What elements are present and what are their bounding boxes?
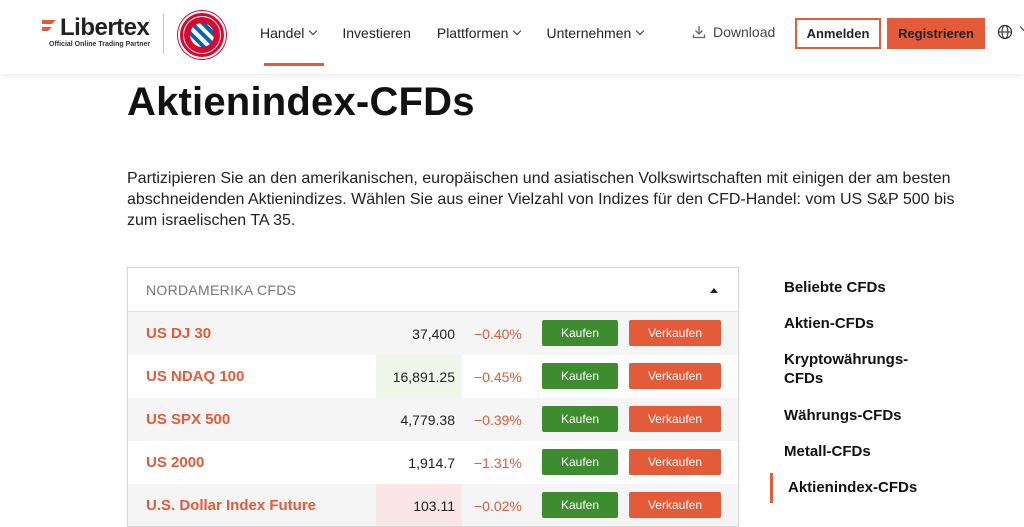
- cfd-table: NORDAMERIKA CFDS US DJ 30 37,400 −0.40% …: [127, 267, 739, 527]
- fc-bayern-crest-icon: [178, 11, 226, 59]
- sell-button[interactable]: Verkaufen: [629, 363, 721, 389]
- table-row: US 2000 1,914.7 −1.31% Kaufen Verkaufen: [128, 441, 738, 484]
- buy-button[interactable]: Kaufen: [542, 363, 618, 389]
- instrument-price: 16,891.25: [376, 355, 462, 398]
- instrument-name[interactable]: U.S. Dollar Index Future: [146, 497, 316, 514]
- sidebar-active-indicator: [770, 473, 773, 503]
- nav-item-unternehmen[interactable]: Unternehmen: [546, 0, 645, 66]
- site-header: Libertex Official Online Trading Partner…: [0, 0, 1024, 74]
- buy-button[interactable]: Kaufen: [542, 406, 618, 432]
- section-toggle[interactable]: NORDAMERIKA CFDS: [128, 268, 738, 312]
- chevron-down-icon: [513, 26, 522, 36]
- nav-item-plattformen[interactable]: Plattformen: [437, 0, 522, 66]
- instrument-change: −0.39%: [474, 411, 522, 428]
- instrument-price: 1,914.7: [408, 454, 455, 471]
- libertex-logo-icon: [42, 20, 56, 31]
- table-row: US NDAQ 100 16,891.25 −0.45% Kaufen Verk…: [128, 355, 738, 398]
- chevron-down-icon[interactable]: [1019, 22, 1024, 32]
- logo-divider: [163, 14, 164, 54]
- instrument-price: 103.11: [376, 484, 462, 526]
- sell-button[interactable]: Verkaufen: [629, 449, 721, 475]
- table-row: US SPX 500 4,779.38 −0.39% Kaufen Verkau…: [128, 398, 738, 441]
- table-row: U.S. Dollar Index Future 103.11 −0.02% K…: [128, 484, 738, 526]
- instrument-price: 37,400: [412, 325, 455, 342]
- sell-button[interactable]: Verkaufen: [629, 320, 721, 346]
- sidebar-item-krypto-cfds[interactable]: Kryptowährungs-CFDs: [784, 350, 934, 388]
- buy-button[interactable]: Kaufen: [542, 449, 618, 475]
- instrument-price: 4,779.38: [400, 411, 456, 428]
- instrument-name[interactable]: US DJ 30: [146, 325, 211, 342]
- nav-item-investieren[interactable]: Investieren: [342, 0, 410, 66]
- register-button[interactable]: Registrieren: [887, 18, 985, 49]
- instrument-name[interactable]: US SPX 500: [146, 411, 230, 428]
- page-intro: Partizipieren Sie an den amerikanischen,…: [127, 170, 955, 229]
- instrument-change: −0.45%: [474, 368, 522, 385]
- sidebar-item-beliebte-cfds[interactable]: Beliebte CFDs: [784, 278, 886, 297]
- instrument-name[interactable]: US NDAQ 100: [146, 368, 244, 385]
- libertex-logo[interactable]: Libertex Official Online Trading Partner: [40, 14, 150, 54]
- chevron-down-icon: [309, 26, 318, 36]
- sidebar-item-aktien-cfds[interactable]: Aktien-CFDs: [784, 314, 874, 333]
- instrument-name[interactable]: US 2000: [146, 454, 204, 471]
- page-title: Aktienindex-CFDs: [127, 80, 475, 124]
- caret-up-icon: [710, 288, 718, 293]
- sidebar-item-aktienindex-cfds[interactable]: Aktienindex-CFDs: [788, 478, 917, 497]
- instrument-change: −1.31%: [474, 454, 522, 471]
- globe-icon[interactable]: [997, 24, 1013, 40]
- buy-button[interactable]: Kaufen: [542, 492, 618, 518]
- chevron-down-icon: [636, 26, 645, 36]
- nav-item-handel[interactable]: Handel: [260, 0, 325, 66]
- main-nav: Handel Investieren Plattformen Unternehm…: [260, 0, 669, 66]
- sell-button[interactable]: Verkaufen: [629, 492, 721, 518]
- table-row: US DJ 30 37,400 −0.40% Kaufen Verkaufen: [128, 312, 738, 355]
- sell-button[interactable]: Verkaufen: [629, 406, 721, 432]
- brand-name: Libertex: [60, 14, 150, 41]
- buy-button[interactable]: Kaufen: [542, 320, 618, 346]
- brand-tagline: Official Online Trading Partner: [49, 41, 151, 48]
- section-label: NORDAMERIKA CFDS: [146, 281, 297, 298]
- login-button[interactable]: Anmelden: [795, 18, 881, 49]
- instrument-change: −0.40%: [474, 325, 522, 342]
- instrument-change: −0.02%: [474, 497, 522, 514]
- sidebar-item-metall-cfds[interactable]: Metall-CFDs: [784, 442, 871, 461]
- sidebar-item-waehrungs-cfds[interactable]: Währungs-CFDs: [784, 406, 902, 425]
- download-icon: [692, 26, 706, 39]
- download-link[interactable]: Download: [692, 24, 775, 40]
